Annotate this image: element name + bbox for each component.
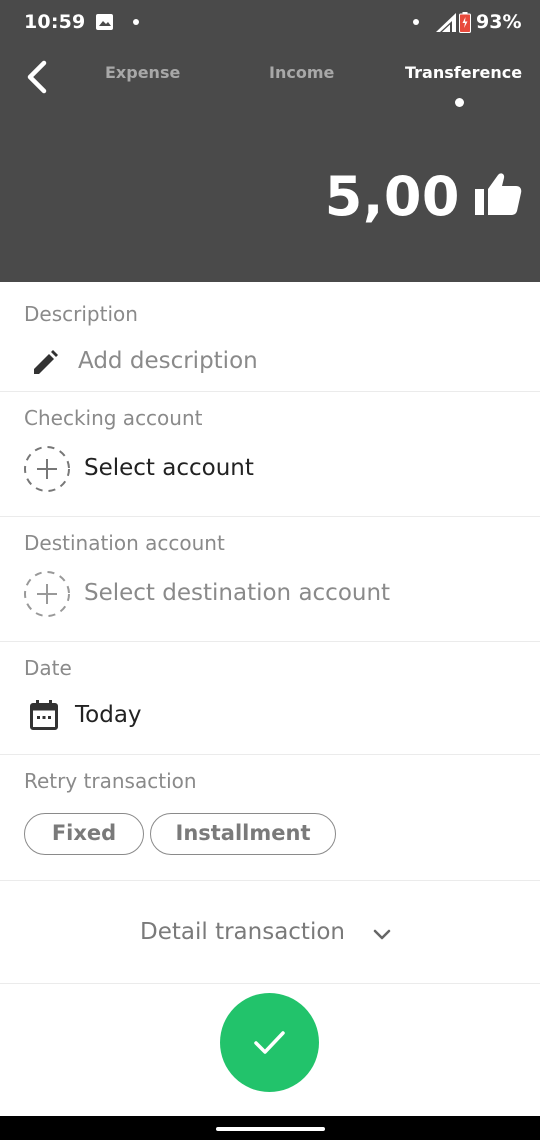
thumbs-up-icon[interactable] (474, 171, 522, 217)
destination-account-label: Destination account (24, 531, 225, 555)
status-bar: 10:59 93% (0, 0, 540, 46)
calendar-icon (30, 700, 58, 730)
date-section: Date Today (0, 642, 540, 755)
description-section: Description Add description (0, 282, 540, 392)
detail-transaction-section: Detail transaction (0, 881, 540, 984)
checking-account-section: Checking account Select account (0, 392, 540, 517)
retry-transaction-label: Retry transaction (24, 769, 197, 793)
add-circle-dashed-icon[interactable] (22, 569, 72, 619)
chevron-down-icon[interactable] (372, 925, 392, 945)
battery-icon (459, 12, 471, 33)
detail-transaction-toggle[interactable]: Detail transaction (140, 919, 345, 945)
notification-dot-icon (133, 19, 139, 25)
back-arrow-icon[interactable] (18, 57, 54, 97)
add-circle-dashed-icon[interactable] (22, 444, 72, 494)
header: 10:59 93% Expense Income Transference 5,… (0, 0, 540, 282)
status-time: 10:59 (24, 11, 86, 33)
select-destination-account-button[interactable]: Select destination account (84, 580, 390, 606)
tab-expense[interactable]: Expense (105, 63, 180, 82)
system-navigation-bar (0, 1116, 540, 1140)
image-notification-icon (96, 14, 113, 30)
tab-transference[interactable]: Transference (405, 63, 522, 82)
tab-income[interactable]: Income (269, 63, 334, 82)
confirm-button[interactable] (220, 993, 319, 1092)
description-label: Description (24, 302, 138, 326)
pencil-icon (34, 350, 58, 374)
checking-account-label: Checking account (24, 406, 203, 430)
date-label: Date (24, 656, 72, 680)
fixed-option-button[interactable]: Fixed (24, 813, 144, 855)
installment-option-button[interactable]: Installment (150, 813, 336, 855)
active-tab-indicator (455, 98, 464, 107)
amount-display[interactable]: 5,00 (325, 166, 460, 228)
battery-percent: 93% (476, 11, 522, 33)
date-value[interactable]: Today (75, 702, 142, 728)
destination-account-section: Destination account Select destination a… (0, 517, 540, 642)
select-account-button[interactable]: Select account (84, 455, 254, 481)
signal-icon (436, 13, 456, 32)
checkmark-icon (254, 1031, 285, 1054)
home-handle[interactable] (216, 1127, 325, 1131)
retry-transaction-section: Retry transaction Fixed Installment (0, 755, 540, 881)
description-input[interactable]: Add description (78, 348, 258, 374)
notification-dot-icon (413, 19, 419, 25)
